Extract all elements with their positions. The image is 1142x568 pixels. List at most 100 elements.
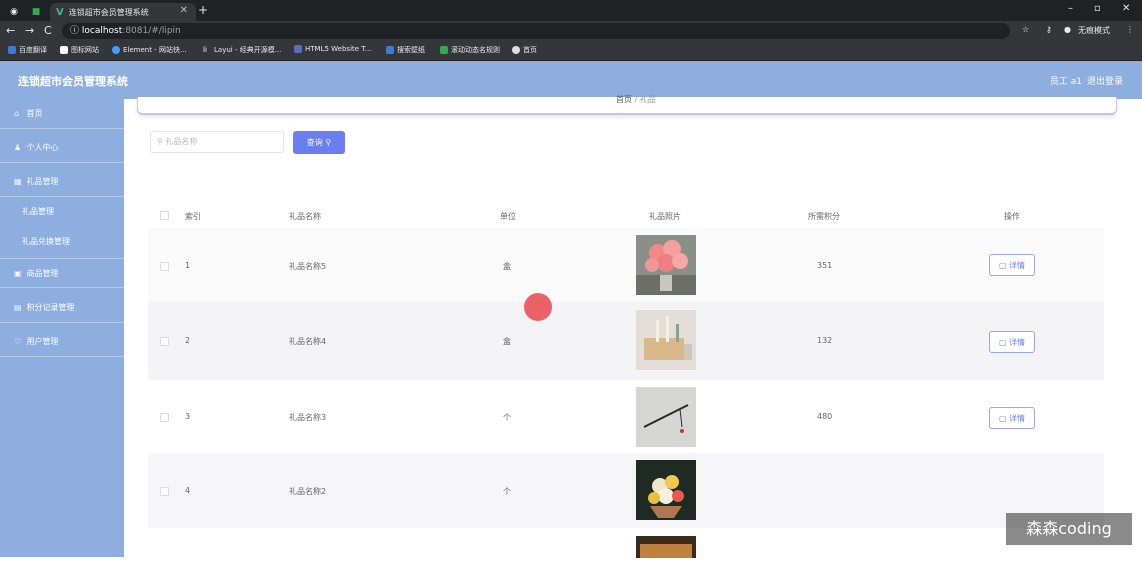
sheet-icon: ■ bbox=[31, 7, 41, 17]
star-icon[interactable]: ☆ bbox=[1022, 25, 1029, 34]
gift-photo bbox=[636, 536, 696, 558]
row-checkbox[interactable] bbox=[160, 262, 169, 271]
detail-button[interactable]: ▢ 详情 bbox=[989, 407, 1035, 429]
row-checkbox[interactable] bbox=[160, 487, 169, 496]
search-icon: ⚲ bbox=[157, 137, 163, 146]
close-window-icon[interactable]: ✕ bbox=[1122, 3, 1130, 14]
row-unit: 盒 bbox=[503, 262, 511, 271]
sidebar-item-users[interactable]: ♡ 用户管理 bbox=[0, 327, 124, 357]
incognito-icon[interactable]: ● bbox=[1064, 25, 1071, 34]
table-header: 索引 礼品名称 单位 礼品照片 所需积分 操作 bbox=[148, 203, 1104, 228]
heart-icon: ♡ bbox=[14, 337, 22, 346]
tab-title: 连锁超市会员管理系统 bbox=[68, 7, 149, 17]
breadcrumb-current: 礼品 bbox=[639, 95, 656, 104]
row-unit: 盒 bbox=[503, 337, 511, 346]
back-icon[interactable]: ← bbox=[6, 24, 15, 37]
chart-icon: ▤ bbox=[14, 303, 22, 312]
url-field[interactable]: ⓘ localhost:8081/#/lipin bbox=[62, 23, 1010, 39]
sidebar-item-products[interactable]: ▣ 商品管理 bbox=[0, 258, 124, 288]
url-path: :8081/#/lipin bbox=[122, 26, 181, 36]
sidebar: ⌂ 首页 ♟ 个人中心 ▦ 礼品管理 礼品管理 礼品兑换管理 ▣ 商品管理 ▤ … bbox=[0, 99, 124, 557]
col-unit: 单位 bbox=[500, 212, 516, 221]
col-points: 所需积分 bbox=[808, 212, 840, 221]
logout-link[interactable]: 退出登录 bbox=[1087, 74, 1123, 87]
new-tab-button[interactable]: + bbox=[198, 3, 208, 17]
row-name: 礼品名称3 bbox=[289, 413, 327, 422]
gift-photo bbox=[636, 235, 696, 295]
forward-icon[interactable]: → bbox=[25, 24, 34, 37]
gift-photo bbox=[636, 387, 696, 447]
bookmark-item[interactable]: 百度翻译 bbox=[8, 45, 47, 55]
document-icon: ▢ bbox=[998, 260, 1007, 270]
vue-icon: V bbox=[56, 6, 64, 18]
breadcrumb-separator: / bbox=[634, 95, 638, 104]
minimize-icon[interactable]: – bbox=[1068, 3, 1073, 14]
row-unit: 个 bbox=[503, 413, 511, 422]
search-icon: ⚲ bbox=[325, 138, 332, 147]
pinned-tab-2[interactable]: ■ bbox=[26, 3, 46, 21]
bookmarks-bar: 百度翻译 图标网站 Element - 网站快... li Layui - 经典开… bbox=[0, 41, 1142, 61]
row-checkbox[interactable] bbox=[160, 413, 169, 422]
row-unit: 个 bbox=[503, 487, 511, 496]
detail-button[interactable]: ▢ 详情 bbox=[989, 331, 1035, 353]
select-all-checkbox[interactable] bbox=[160, 211, 169, 220]
bookmark-item[interactable]: HTML5 Website T... bbox=[294, 45, 371, 53]
row-name: 礼品名称2 bbox=[289, 487, 327, 496]
row-points: 351 bbox=[817, 261, 833, 270]
col-photo: 礼品照片 bbox=[649, 212, 681, 221]
restore-icon[interactable]: ▫ bbox=[1094, 3, 1101, 14]
detail-button[interactable]: ▢ 详情 bbox=[989, 254, 1035, 276]
breadcrumb: 首页 / 礼品 bbox=[616, 94, 656, 105]
document-icon: ▢ bbox=[998, 337, 1007, 347]
sidebar-item-gift-management[interactable]: ▦ 礼品管理 bbox=[0, 167, 124, 197]
breadcrumb-home[interactable]: 首页 bbox=[616, 95, 632, 104]
bookmark-item[interactable]: 图标网站 bbox=[60, 45, 99, 55]
bookmark-item[interactable]: Element - 网站快... bbox=[112, 45, 187, 55]
home-icon: ⌂ bbox=[14, 109, 20, 118]
sidebar-item-home[interactable]: ⌂ 首页 bbox=[0, 99, 124, 129]
row-points: 480 bbox=[817, 412, 833, 421]
table-row: 1 礼品名称5 盒 351 ▢ 详情 bbox=[148, 228, 1104, 302]
col-index: 索引 bbox=[185, 212, 201, 221]
row-points: 132 bbox=[817, 336, 833, 345]
col-name: 礼品名称 bbox=[289, 212, 321, 221]
app-header: 连锁超市会员管理系统 员工 a1 退出登录 bbox=[0, 61, 1142, 99]
table-row: 4 礼品名称2 个 bbox=[148, 453, 1104, 528]
active-tab[interactable]: V 连锁超市会员管理系统 ✕ bbox=[50, 3, 196, 21]
main-content: 首页 / 礼品 ⚲ 礼品名称 查询 ⚲ 索引 礼品名称 单位 礼品照片 所需积分… bbox=[124, 95, 1142, 568]
sidebar-item-profile[interactable]: ♟ 个人中心 bbox=[0, 133, 124, 163]
bookmark-item[interactable]: 滚动动态名规则 bbox=[440, 45, 500, 55]
cursor-highlight bbox=[524, 293, 552, 321]
gift-name-search-input[interactable]: ⚲ 礼品名称 bbox=[150, 131, 284, 153]
address-bar: ← → C ⓘ localhost:8081/#/lipin ☆ ⚷ ● 无痕模… bbox=[0, 21, 1142, 41]
pinned-tab[interactable]: ◉ bbox=[5, 3, 23, 21]
app-title: 连锁超市会员管理系统 bbox=[18, 75, 128, 88]
watermark: 森森coding bbox=[1006, 513, 1132, 545]
table-row: 2 礼品名称4 盒 132 ▢ 详情 bbox=[148, 302, 1104, 380]
search-placeholder: 礼品名称 bbox=[165, 137, 198, 146]
sidebar-subitem-gift-exchange[interactable]: 礼品兑换管理 bbox=[0, 227, 124, 257]
sidebar-subitem-gifts[interactable]: 礼品管理 bbox=[0, 197, 124, 227]
row-index: 1 bbox=[185, 261, 191, 270]
bookmark-item[interactable]: 搜索壁纸 bbox=[386, 45, 425, 55]
sidebar-item-points[interactable]: ▤ 积分记录管理 bbox=[0, 293, 124, 323]
table-row: 3 礼品名称3 个 480 ▢ 详情 bbox=[148, 380, 1104, 453]
reload-icon[interactable]: C bbox=[44, 24, 52, 37]
row-index: 3 bbox=[185, 412, 191, 421]
grid-icon: ▦ bbox=[14, 177, 22, 186]
document-icon: ▢ bbox=[998, 413, 1007, 423]
bookmark-item[interactable]: 首页 bbox=[512, 45, 537, 55]
row-checkbox[interactable] bbox=[160, 337, 169, 346]
close-tab-icon[interactable]: ✕ bbox=[180, 5, 188, 16]
bookmark-item[interactable]: li Layui - 经典开源模... bbox=[203, 45, 281, 55]
gift-photo bbox=[636, 310, 696, 370]
user-icon: ♟ bbox=[14, 143, 22, 152]
key-icon[interactable]: ⚷ bbox=[1046, 25, 1052, 34]
row-index: 4 bbox=[185, 486, 191, 495]
box-icon: ▣ bbox=[14, 269, 22, 278]
globe-icon: ◉ bbox=[10, 7, 18, 17]
row-index: 2 bbox=[185, 336, 191, 345]
menu-icon[interactable]: ⋮ bbox=[1126, 25, 1134, 34]
query-button[interactable]: 查询 ⚲ bbox=[293, 131, 345, 154]
info-icon: ⓘ bbox=[70, 26, 82, 36]
